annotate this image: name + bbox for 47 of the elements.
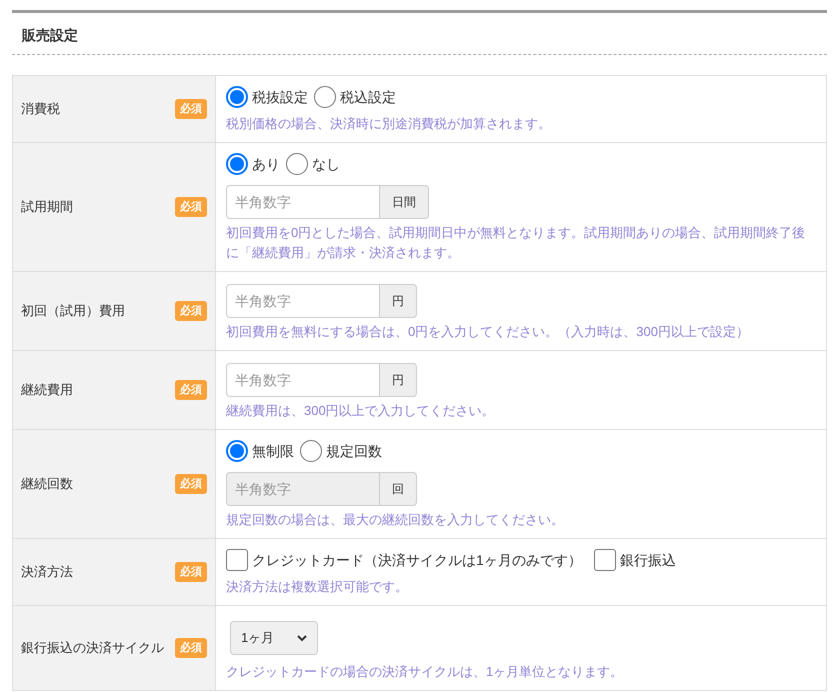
required-badge: 必須	[175, 300, 207, 322]
radio-button[interactable]	[226, 86, 248, 108]
checkbox[interactable]	[594, 549, 616, 571]
number-field[interactable]: 半角数字	[226, 363, 380, 397]
help-text: 決済方法は複数選択可能です。	[226, 578, 409, 596]
radio-label: 規定回数	[326, 442, 382, 460]
required-badge: 必須	[175, 474, 207, 494]
section-title: 販売設定	[22, 26, 79, 45]
radio-label: なし	[312, 154, 340, 174]
required-badge: 必須	[175, 638, 207, 658]
field-label: 初回（試用）費用	[21, 302, 125, 320]
field-label: 継続費用	[21, 381, 73, 400]
radio-label: 無制限	[252, 442, 294, 460]
chevron-down-icon	[297, 634, 307, 642]
field-label: 継続回数	[21, 475, 73, 494]
unit-label: 円	[380, 363, 417, 397]
field-label: 消費税	[21, 100, 60, 118]
field-label: 決済方法	[21, 563, 73, 582]
help-text: 継続費用は、300円以上で入力してください。	[226, 402, 496, 420]
required-badge: 必須	[175, 196, 207, 218]
radio-label: 税込設定	[340, 88, 396, 106]
radio-button[interactable]	[286, 153, 308, 175]
checkbox-label: クレジットカード（決済サイクルは1ヶ月のみです）	[252, 550, 582, 570]
unit-label: 回	[380, 472, 417, 506]
required-badge: 必須	[175, 562, 207, 582]
checkbox-label: 銀行振込	[620, 550, 676, 570]
help-text: 初回費用を0円とした場合、試用期間日中が無料となります。試用期間ありの場合、試用期間終了後に「継続費用」が請求・決済されます。	[226, 224, 806, 262]
required-badge: 必須	[175, 98, 207, 120]
radio-button[interactable]	[226, 153, 248, 175]
help-text: 規定回数の場合は、最大の継続回数を入力してください。	[226, 511, 565, 529]
checkbox[interactable]	[226, 549, 248, 571]
radio-button[interactable]	[300, 440, 322, 462]
radio-button[interactable]	[226, 440, 248, 462]
unit-label: 日間	[380, 185, 429, 219]
required-badge: 必須	[175, 380, 207, 400]
number-field[interactable]: 半角数字	[226, 185, 380, 219]
help-text: クレジットカードの場合の決済サイクルは、1ヶ月単位となります。	[226, 663, 624, 681]
unit-label: 円	[380, 284, 417, 318]
radio-label: あり	[252, 154, 280, 174]
radio-label: 税抜設定	[252, 88, 308, 106]
radio-button[interactable]	[314, 86, 336, 108]
help-text: 税別価格の場合、決済時に別途消費税が加算されます。	[226, 115, 552, 133]
field-label: 銀行振込の決済サイクル	[21, 639, 164, 658]
help-text: 初回費用を無料にする場合は、0円を入力してください。（入力時は、300円以上で設定）	[226, 323, 750, 341]
field-label: 試用期間	[21, 198, 73, 216]
number-field[interactable]: 半角数字	[226, 284, 380, 318]
cycle-select[interactable]: 1ヶ月	[230, 621, 318, 655]
